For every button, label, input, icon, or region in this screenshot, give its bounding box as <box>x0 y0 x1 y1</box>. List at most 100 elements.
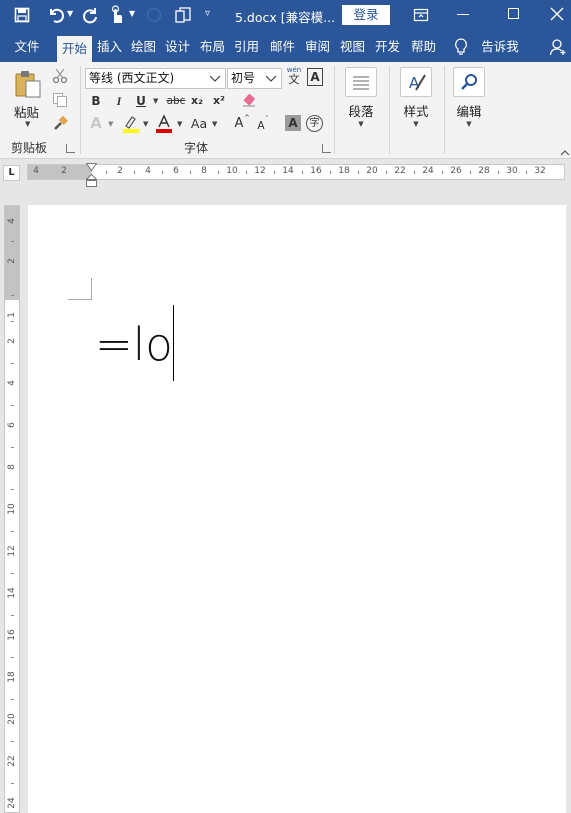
tab-references[interactable]: 引用 <box>230 31 263 62</box>
change-case-button[interactable]: Aa <box>188 114 210 134</box>
copy-icon[interactable] <box>52 92 68 108</box>
vertical-ruler-number: 2 <box>7 258 17 264</box>
tab-review[interactable]: 审阅 <box>301 31 334 62</box>
share-user-icon[interactable] <box>549 38 567 56</box>
highlight-icon[interactable] <box>122 114 140 134</box>
quick-access-icon[interactable] <box>174 6 192 24</box>
paste-button[interactable]: 粘贴 <box>14 102 39 121</box>
font-color-icon[interactable] <box>155 114 173 134</box>
vertical-ruler-tick <box>11 363 14 364</box>
tab-mailings[interactable]: 邮件 <box>266 31 299 62</box>
tab-home[interactable]: 开始 <box>57 36 92 62</box>
paragraph-icon <box>345 67 377 97</box>
undo-dropdown-icon[interactable]: ▼ <box>67 9 73 18</box>
clear-formatting-icon[interactable] <box>241 92 259 108</box>
superscript-button[interactable]: x² <box>211 91 227 111</box>
vertical-ruler-tick <box>11 783 14 784</box>
vertical-ruler-number: 20 <box>7 713 17 725</box>
tell-me-search[interactable]: 告诉我 <box>478 31 522 62</box>
clipboard-launcher-icon[interactable] <box>66 144 75 153</box>
chevron-down-icon <box>264 69 278 94</box>
document-page[interactable]: =lo <box>28 205 566 813</box>
cut-icon[interactable] <box>52 68 68 84</box>
vertical-ruler-tick <box>11 295 14 296</box>
ruler-number: 8 <box>201 166 207 176</box>
document-text[interactable]: =lo <box>95 315 173 375</box>
paste-dropdown-icon[interactable]: ▼ <box>25 120 30 128</box>
vertical-ruler-number: 24 <box>7 797 17 809</box>
paragraph-dropdown-icon: ▼ <box>358 120 364 128</box>
vertical-ruler[interactable]: 4 2 1 2 4 6 8 10 12 14 16 18 20 22 24 <box>4 205 20 813</box>
bold-button[interactable]: B <box>88 91 104 111</box>
phonetic-guide-button[interactable]: wén 文 <box>285 66 303 88</box>
underline-button[interactable]: U <box>133 91 149 111</box>
font-name-select[interactable]: 等线 (西文正文) <box>85 68 226 89</box>
undo-icon[interactable] <box>47 6 65 24</box>
ruler-number: 14 <box>282 166 294 176</box>
vertical-ruler-tick <box>11 573 14 574</box>
text-effects-icon[interactable]: A <box>87 114 105 132</box>
text-effects-dropdown-icon[interactable]: ▼ <box>108 120 113 128</box>
customize-toolbar-icon[interactable]: ▿ <box>205 8 210 19</box>
maximize-icon[interactable] <box>508 8 519 19</box>
editing-button[interactable]: 编辑 ▼ <box>450 67 488 128</box>
enclose-characters-button[interactable]: 字 <box>306 115 323 132</box>
minimize-icon[interactable] <box>457 14 469 15</box>
ruler-number: 28 <box>478 166 490 176</box>
font-size-select[interactable]: 初号 <box>227 68 282 89</box>
ruler-tick <box>162 171 163 174</box>
tab-draw[interactable]: 绘图 <box>127 31 160 62</box>
lightbulb-icon[interactable] <box>454 38 468 56</box>
ruler-row: L 4 2 2 4 6 8 10 12 14 16 18 20 22 24 26 28 30 32 <box>0 160 571 187</box>
ribbon-tabs: 文件 开始 插入 绘图 设计 布局 引用 邮件 审阅 视图 开发 帮助 告诉我 <box>0 31 571 62</box>
tab-layout[interactable]: 布局 <box>196 31 229 62</box>
ruler-tick <box>414 171 415 174</box>
vertical-ruler-number: 2 <box>7 338 17 344</box>
tab-file[interactable]: 文件 <box>6 31 48 62</box>
paste-icon[interactable] <box>13 69 43 99</box>
touch-dropdown-icon[interactable]: ▼ <box>129 9 135 18</box>
save-icon[interactable] <box>14 7 30 23</box>
ruler-tick <box>330 171 331 174</box>
tab-insert[interactable]: 插入 <box>93 31 126 62</box>
tab-developer[interactable]: 开发 <box>371 31 404 62</box>
close-icon[interactable] <box>550 7 564 21</box>
ribbon-display-icon[interactable] <box>413 7 429 23</box>
styles-button[interactable]: A 样式 ▼ <box>397 67 435 128</box>
editing-dropdown-icon: ▼ <box>466 120 472 128</box>
login-button[interactable]: 登录 <box>342 5 390 25</box>
ruler-tick <box>190 171 191 174</box>
hanging-indent-marker[interactable] <box>85 173 98 187</box>
vertical-ruler-tick <box>11 489 14 490</box>
font-color-dropdown-icon[interactable]: ▼ <box>177 120 182 128</box>
strikethrough-button[interactable]: abc <box>165 91 187 111</box>
italic-button[interactable]: I <box>111 91 127 111</box>
tab-selector-label: L <box>8 167 15 178</box>
format-painter-icon[interactable] <box>52 115 68 131</box>
horizontal-ruler[interactable]: 4 2 2 4 6 8 10 12 14 16 18 20 22 24 26 28 30 32 <box>27 164 565 180</box>
touch-mode-icon[interactable] <box>108 5 124 25</box>
ruler-number: 30 <box>506 166 518 176</box>
character-shading-button[interactable]: A <box>285 115 301 131</box>
tab-help[interactable]: 帮助 <box>407 31 440 62</box>
redo-icon[interactable] <box>82 6 100 24</box>
ribbon-home: 粘贴 ▼ 剪贴板 等线 (西文正文) 初号 wén 文 A B I U ▼ ab… <box>0 62 571 159</box>
underline-dropdown-icon[interactable]: ▼ <box>153 97 158 105</box>
tab-selector[interactable]: L <box>3 165 20 181</box>
highlight-dropdown-icon[interactable]: ▼ <box>143 120 148 128</box>
first-line-indent-marker[interactable] <box>85 161 98 172</box>
tab-design[interactable]: 设计 <box>161 31 194 62</box>
subscript-button[interactable]: x₂ <box>189 91 205 111</box>
ruler-number: 18 <box>338 166 350 176</box>
font-launcher-icon[interactable] <box>322 144 331 153</box>
ruler-number: 24 <box>422 166 434 176</box>
character-border-button[interactable]: A <box>307 68 323 86</box>
circle-icon[interactable] <box>146 7 162 23</box>
ruler-tick <box>526 171 527 174</box>
paragraph-button[interactable]: 段落 ▼ <box>342 67 380 128</box>
change-case-dropdown-icon[interactable]: ▼ <box>212 120 217 128</box>
tab-view[interactable]: 视图 <box>336 31 369 62</box>
collapse-ribbon-icon[interactable] <box>560 146 570 156</box>
ruler-tick <box>134 171 135 174</box>
font-group-label: 字体 <box>184 141 209 155</box>
